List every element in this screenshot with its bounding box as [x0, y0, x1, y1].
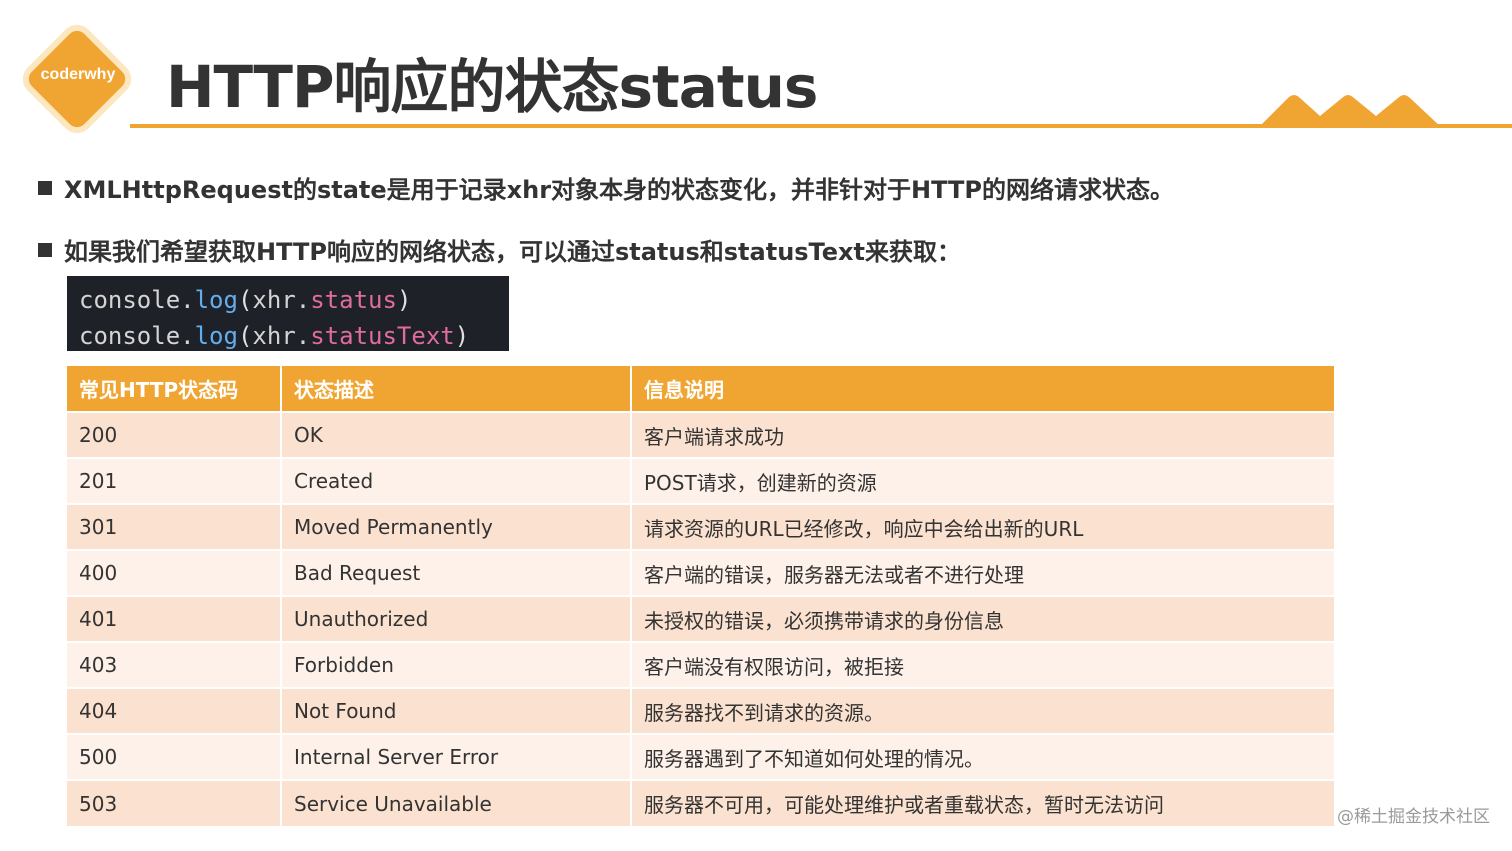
bullet-square-icon	[38, 180, 52, 195]
bullet-item: XMLHttpRequest的state是用于记录xhr对象本身的状态变化，并非…	[38, 170, 1174, 205]
table-cell: 401	[67, 595, 282, 642]
table-cell: 服务器遇到了不知道如何处理的情况。	[631, 733, 1336, 780]
slide: coderwhy HTTP响应的状态status XMLHttpRequest的…	[0, 0, 1512, 851]
table-cell: POST请求，创建新的资源	[631, 457, 1336, 504]
page-title: HTTP响应的状态status	[166, 53, 818, 121]
code-block: console.log(xhr.status) console.log(xhr.…	[67, 276, 509, 351]
code-function: log	[194, 286, 238, 314]
table-cell: 服务器找不到请求的资源。	[631, 687, 1336, 734]
table-row: 400 Bad Request 客户端的错误，服务器无法或者不进行处理	[67, 549, 1336, 596]
table-cell: Service Unavailable	[281, 779, 632, 826]
table-body: 200 OK 客户端请求成功 201 Created POST请求，创建新的资源 301 Mo…	[67, 411, 1336, 826]
table-header-row: 常见HTTP状态码 状态描述 信息说明	[67, 366, 1336, 412]
table-header-cell: 状态描述	[281, 366, 632, 412]
table-cell: Not Found	[281, 687, 632, 734]
table-row: 301 Moved Permanently 请求资源的URL已经修改，响应中会给出新…	[67, 503, 1336, 550]
table-cell: 客户端请求成功	[631, 411, 1336, 458]
table-cell: 403	[67, 641, 282, 688]
code-line: console.log(xhr.statusText)	[79, 322, 470, 350]
table-cell: 200	[67, 411, 282, 458]
bullet-text: 如果我们希望获取HTTP响应的网络状态，可以通过status和statusTex…	[64, 238, 961, 266]
table-row: 404 Not Found 服务器找不到请求的资源。	[67, 687, 1336, 734]
code-variable: xhr	[252, 322, 296, 350]
code-object: console	[79, 322, 181, 350]
logo-text: coderwhy	[40, 66, 116, 83]
code-property: status	[310, 286, 397, 314]
table-cell: 500	[67, 733, 282, 780]
table-cell: Unauthorized	[281, 595, 632, 642]
bullet-square-icon	[38, 242, 52, 257]
table-cell: Moved Permanently	[281, 503, 632, 550]
table-cell: Created	[281, 457, 632, 504]
table-cell: 客户端的错误，服务器无法或者不进行处理	[631, 549, 1336, 596]
watermark: @稀土掘金技术社区	[1337, 807, 1490, 827]
table-row: 403 Forbidden 客户端没有权限访问，被拒接	[67, 641, 1336, 688]
table-cell: 服务器不可用，可能处理维护或者重载状态，暂时无法访问	[631, 779, 1336, 826]
table-header-cell: 信息说明	[631, 366, 1336, 412]
table-cell: 404	[67, 687, 282, 734]
table-cell: 503	[67, 779, 282, 826]
code-object: console	[79, 286, 181, 314]
table-cell: OK	[281, 411, 632, 458]
code-function: log	[194, 322, 238, 350]
table-cell: 客户端没有权限访问，被拒接	[631, 641, 1336, 688]
code-variable: xhr	[252, 286, 296, 314]
table-cell: 301	[67, 503, 282, 550]
code-line: console.log(xhr.status)	[79, 286, 412, 314]
table-cell: Bad Request	[281, 549, 632, 596]
code-property: statusText	[310, 322, 455, 350]
bullet-item: 如果我们希望获取HTTP响应的网络状态，可以通过status和statusTex…	[38, 232, 961, 267]
table-cell: 201	[67, 457, 282, 504]
table-cell: 未授权的错误，必须携带请求的身份信息	[631, 595, 1336, 642]
table-row: 500 Internal Server Error 服务器遇到了不知道如何处理的情况…	[67, 733, 1336, 780]
table-cell: Internal Server Error	[281, 733, 632, 780]
table-cell: 请求资源的URL已经修改，响应中会给出新的URL	[631, 503, 1336, 550]
table-row: 200 OK 客户端请求成功	[67, 411, 1336, 458]
mountains-decoration	[1258, 95, 1442, 128]
table-row: 201 Created POST请求，创建新的资源	[67, 457, 1336, 504]
table-header-cell: 常见HTTP状态码	[67, 366, 282, 412]
table-cell: 400	[67, 549, 282, 596]
status-code-table: 常见HTTP状态码 状态描述 信息说明 200 OK 客户端请求成功 201 Creat…	[67, 366, 1336, 826]
table-cell: Forbidden	[281, 641, 632, 688]
table-row: 401 Unauthorized 未授权的错误，必须携带请求的身份信息	[67, 595, 1336, 642]
table-row: 503 Service Unavailable 服务器不可用，可能处理维护或者重载状…	[67, 779, 1336, 826]
bullet-text: XMLHttpRequest的state是用于记录xhr对象本身的状态变化，并非…	[64, 176, 1175, 204]
